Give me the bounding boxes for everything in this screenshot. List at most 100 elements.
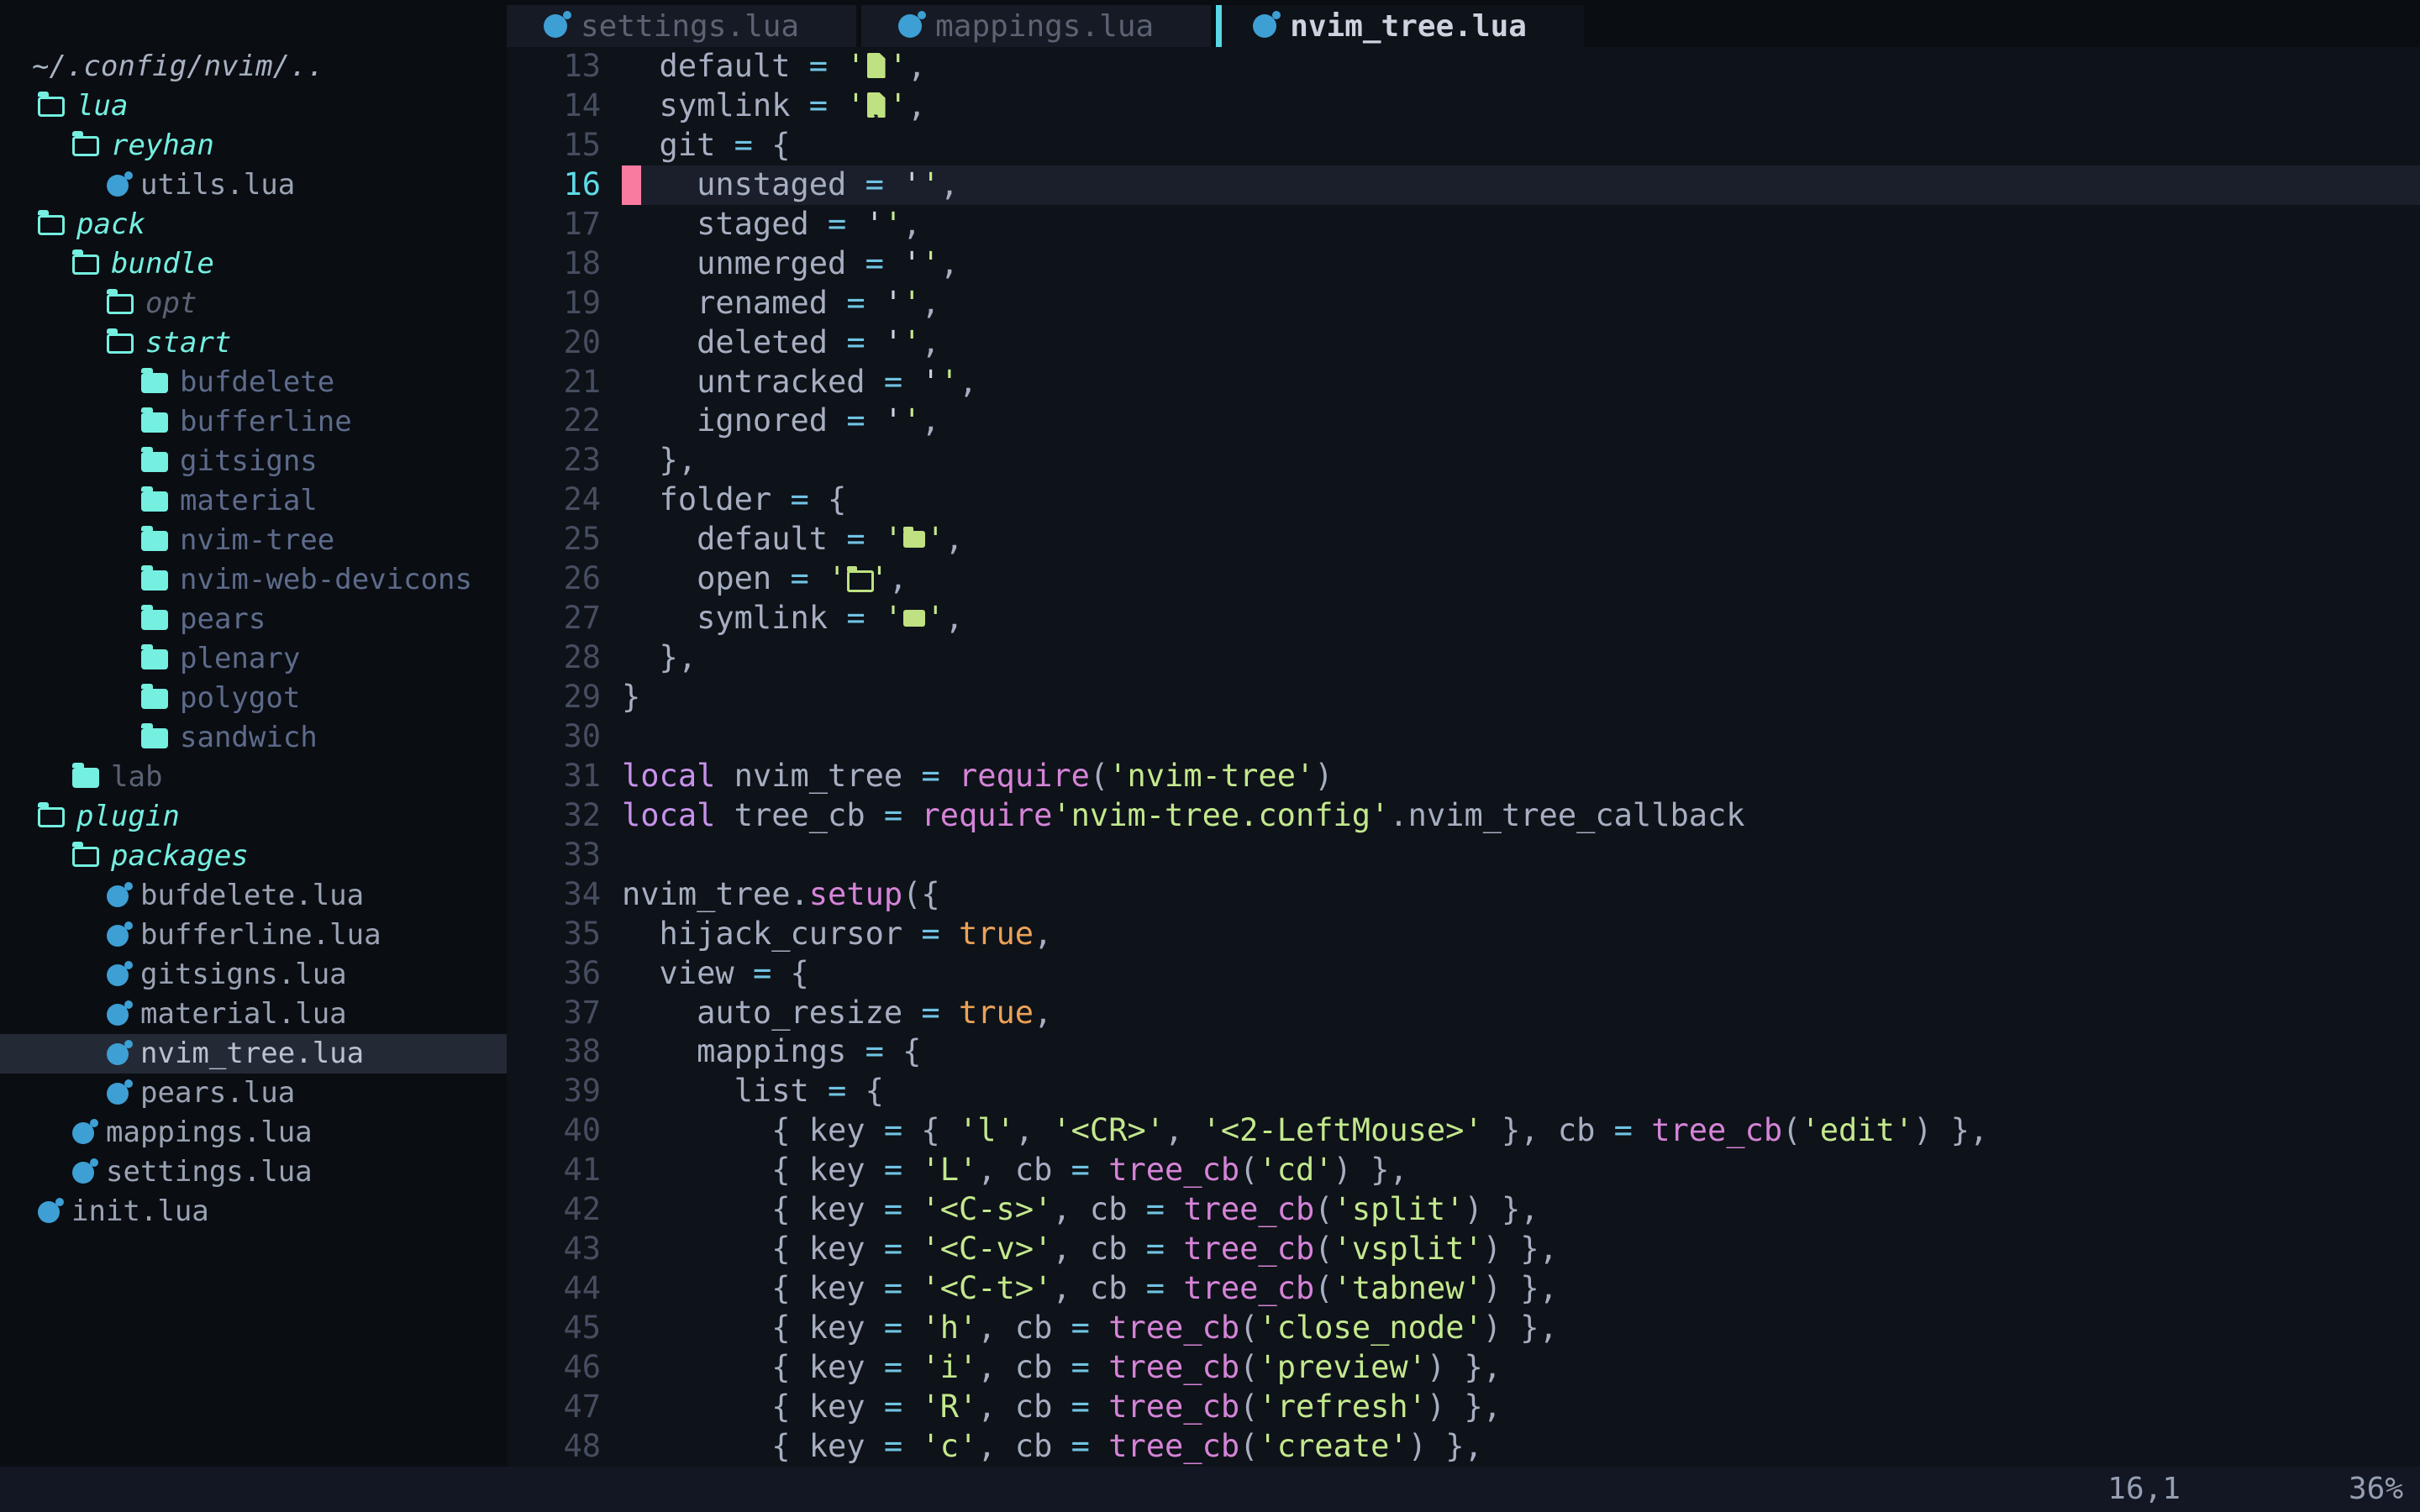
file-explorer: ~/.config/nvim/.. luareyhanutils.luapack… bbox=[0, 0, 507, 1467]
tree-item-label: bundle bbox=[111, 244, 214, 284]
lua-icon bbox=[107, 1043, 129, 1065]
tree-item-packages[interactable]: packages bbox=[0, 837, 507, 876]
line-text: { key = '<C-s>', cb = tree_cb('split') }… bbox=[622, 1190, 2420, 1230]
code-line-39[interactable]: 39 list = { bbox=[507, 1072, 2420, 1111]
tree-item-lua[interactable]: lua bbox=[0, 87, 507, 126]
tree-item-mappings.lua[interactable]: mappings.lua bbox=[0, 1113, 507, 1152]
tree-item-material[interactable]: material bbox=[0, 481, 507, 521]
line-number: 34 bbox=[507, 875, 601, 915]
tree-item-label: bufferline.lua bbox=[140, 916, 381, 955]
code-line-41[interactable]: 41 { key = 'L', cb = tree_cb('cd') }, bbox=[507, 1151, 2420, 1190]
line-number: 18 bbox=[507, 244, 601, 284]
tree-item-polygot[interactable]: polygot bbox=[0, 679, 507, 718]
tree-item-init.lua[interactable]: init.lua bbox=[0, 1192, 507, 1231]
tab-settings.lua[interactable]: settings.lua bbox=[507, 5, 856, 47]
tab-nvim_tree.lua[interactable]: nvim_tree.lua bbox=[1216, 5, 1584, 47]
line-number: 43 bbox=[507, 1230, 601, 1269]
code-line-30[interactable]: 30 bbox=[507, 717, 2420, 757]
tree-item-pack[interactable]: pack bbox=[0, 205, 507, 244]
line-text: view = { bbox=[622, 954, 2420, 994]
tree-item-nvim_tree.lua[interactable]: nvim_tree.lua bbox=[0, 1034, 507, 1074]
tree-item-bufferline.lua[interactable]: bufferline.lua bbox=[0, 916, 507, 955]
line-text: { key = '<C-t>', cb = tree_cb('tabnew') … bbox=[622, 1269, 2420, 1309]
tree-item-label: pears bbox=[180, 600, 266, 639]
tree-item-sandwich[interactable]: sandwich bbox=[0, 718, 507, 758]
tree-item-label: pears.lua bbox=[140, 1074, 295, 1113]
code-line-21[interactable]: 21 untracked = '', bbox=[507, 363, 2420, 402]
code-line-46[interactable]: 46 { key = 'i', cb = tree_cb('preview') … bbox=[507, 1348, 2420, 1388]
line-number: 46 bbox=[507, 1348, 601, 1388]
tree-item-bufdelete[interactable]: bufdelete bbox=[0, 363, 507, 402]
code-line-25[interactable]: 25 default = '', bbox=[507, 520, 2420, 559]
code-line-17[interactable]: 17 staged = '', bbox=[507, 205, 2420, 244]
lua-icon bbox=[1253, 14, 1276, 38]
line-text: git = { bbox=[622, 126, 2420, 165]
tree-item-label: gitsigns bbox=[180, 442, 318, 481]
code-line-14[interactable]: 14 symlink = '', bbox=[507, 87, 2420, 126]
line-text: folder = { bbox=[622, 480, 2420, 520]
tree-item-gitsigns[interactable]: gitsigns bbox=[0, 442, 507, 481]
line-text: hijack_cursor = true, bbox=[622, 915, 2420, 954]
lua-icon bbox=[107, 1004, 129, 1026]
tree-item-plenary[interactable]: plenary bbox=[0, 639, 507, 679]
code-line-47[interactable]: 47 { key = 'R', cb = tree_cb('refresh') … bbox=[507, 1388, 2420, 1427]
tree-item-utils.lua[interactable]: utils.lua bbox=[0, 165, 507, 205]
tree-item-bufdelete.lua[interactable]: bufdelete.lua bbox=[0, 876, 507, 916]
code-line-26[interactable]: 26 open = '', bbox=[507, 559, 2420, 599]
code-line-40[interactable]: 40 { key = { 'l', '<CR>', '<2-LeftMouse>… bbox=[507, 1111, 2420, 1151]
lua-icon bbox=[107, 1083, 129, 1105]
tree-item-start[interactable]: start bbox=[0, 323, 507, 363]
line-number: 30 bbox=[507, 717, 601, 757]
tree-item-opt[interactable]: opt bbox=[0, 284, 507, 323]
folder-open-icon bbox=[72, 255, 99, 275]
code-line-45[interactable]: 45 { key = 'h', cb = tree_cb('close_node… bbox=[507, 1309, 2420, 1348]
tree-item-nvim-web-devicons[interactable]: nvim-web-devicons bbox=[0, 560, 507, 600]
line-text: { key = 'h', cb = tree_cb('close_node') … bbox=[622, 1309, 2420, 1348]
code-line-24[interactable]: 24 folder = { bbox=[507, 480, 2420, 520]
tree-item-bufferline[interactable]: bufferline bbox=[0, 402, 507, 442]
tree-item-settings.lua[interactable]: settings.lua bbox=[0, 1152, 507, 1192]
tree-item-bundle[interactable]: bundle bbox=[0, 244, 507, 284]
tree-item-plugin[interactable]: plugin bbox=[0, 797, 507, 837]
code-line-43[interactable]: 43 { key = '<C-v>', cb = tree_cb('vsplit… bbox=[507, 1230, 2420, 1269]
line-text: symlink = '', bbox=[622, 87, 2420, 126]
tree-item-label: reyhan bbox=[111, 126, 214, 165]
tree-item-reyhan[interactable]: reyhan bbox=[0, 126, 507, 165]
tree-item-pears.lua[interactable]: pears.lua bbox=[0, 1074, 507, 1113]
folder-glyph-icon bbox=[902, 524, 926, 554]
code-line-33[interactable]: 33 bbox=[507, 836, 2420, 875]
code-line-20[interactable]: 20 deleted = '', bbox=[507, 323, 2420, 363]
code-line-18[interactable]: 18 unmerged = '', bbox=[507, 244, 2420, 284]
code-line-19[interactable]: 19 renamed = '', bbox=[507, 284, 2420, 323]
tab-mappings.lua[interactable]: mappings.lua bbox=[861, 5, 1211, 47]
code-line-42[interactable]: 42 { key = '<C-s>', cb = tree_cb('split'… bbox=[507, 1190, 2420, 1230]
code-line-16[interactable]: 16 unstaged = '', bbox=[507, 165, 2420, 205]
code-line-22[interactable]: 22 ignored = '', bbox=[507, 402, 2420, 441]
code-line-29[interactable]: 29} bbox=[507, 678, 2420, 717]
tree-item-lab[interactable]: lab bbox=[0, 758, 507, 797]
line-number: 33 bbox=[507, 836, 601, 875]
code-line-32[interactable]: 32local tree_cb = require'nvim-tree.conf… bbox=[507, 796, 2420, 836]
code-line-44[interactable]: 44 { key = '<C-t>', cb = tree_cb('tabnew… bbox=[507, 1269, 2420, 1309]
code-line-48[interactable]: 48 { key = 'c', cb = tree_cb('create') }… bbox=[507, 1427, 2420, 1467]
code-line-35[interactable]: 35 hijack_cursor = true, bbox=[507, 915, 2420, 954]
code-line-37[interactable]: 37 auto_resize = true, bbox=[507, 994, 2420, 1033]
code-line-36[interactable]: 36 view = { bbox=[507, 954, 2420, 994]
code-line-23[interactable]: 23 }, bbox=[507, 441, 2420, 480]
code-editor[interactable]: 13 default = '',14 symlink = '',15 git =… bbox=[507, 47, 2420, 1467]
tree-item-label: bufferline bbox=[180, 402, 352, 442]
folder-closed-icon bbox=[141, 531, 168, 551]
code-line-34[interactable]: 34nvim_tree.setup({ bbox=[507, 875, 2420, 915]
code-line-13[interactable]: 13 default = '', bbox=[507, 47, 2420, 87]
code-line-27[interactable]: 27 symlink = '', bbox=[507, 599, 2420, 638]
line-number: 14 bbox=[507, 87, 601, 126]
code-line-15[interactable]: 15 git = { bbox=[507, 126, 2420, 165]
tree-item-material.lua[interactable]: material.lua bbox=[0, 995, 507, 1034]
tree-item-gitsigns.lua[interactable]: gitsigns.lua bbox=[0, 955, 507, 995]
tree-item-nvim-tree[interactable]: nvim-tree bbox=[0, 521, 507, 560]
code-line-31[interactable]: 31local nvim_tree = require('nvim-tree') bbox=[507, 757, 2420, 796]
code-line-38[interactable]: 38 mappings = { bbox=[507, 1032, 2420, 1072]
lua-icon bbox=[107, 925, 129, 947]
code-line-28[interactable]: 28 }, bbox=[507, 638, 2420, 678]
tree-item-pears[interactable]: pears bbox=[0, 600, 507, 639]
